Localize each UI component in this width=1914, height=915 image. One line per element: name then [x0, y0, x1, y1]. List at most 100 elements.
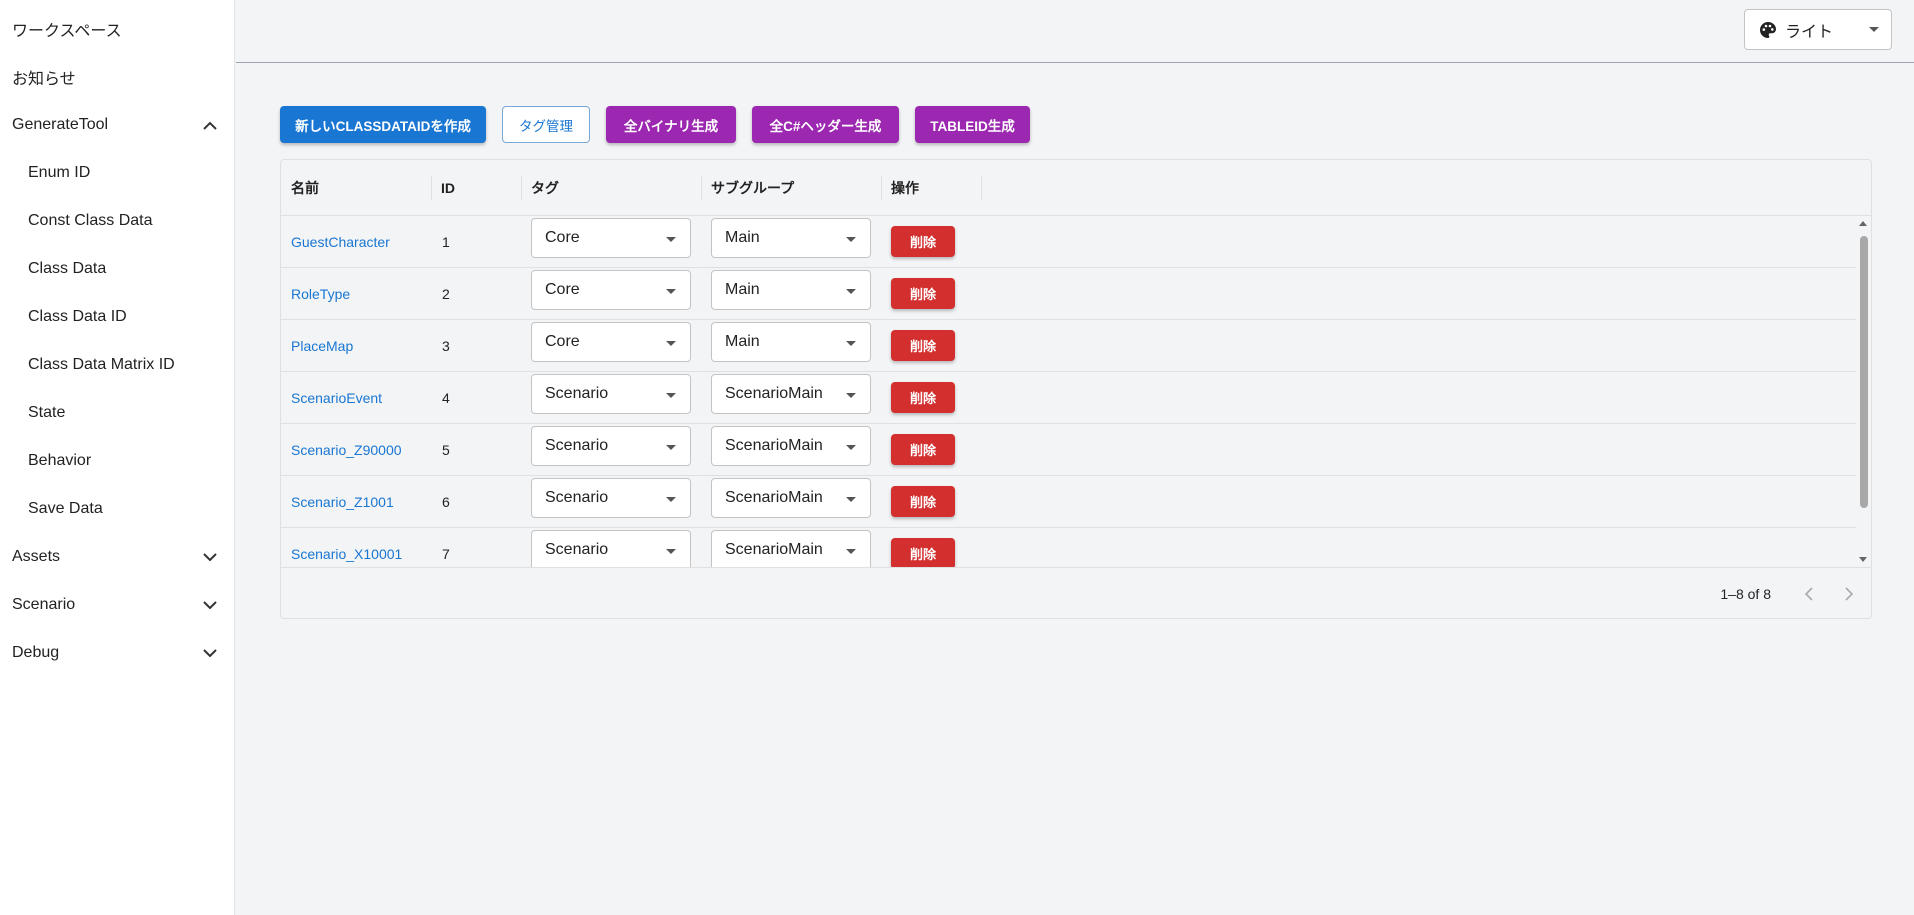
name-cell: PlaceMap [281, 320, 431, 372]
chevron-left-icon [1804, 587, 1813, 601]
nav-group-generatetool[interactable]: GenerateTool [0, 101, 235, 149]
create-classdataid-button[interactable]: 新しいCLASSDATAIDを作成 [280, 106, 486, 143]
tag-select-value: Core [545, 229, 580, 246]
subgroup-select-value: Main [725, 333, 760, 350]
nav-item-label: State [28, 404, 66, 421]
row-name-link[interactable]: ScenarioEvent [281, 390, 382, 406]
subgroup-select[interactable]: Main [711, 322, 871, 362]
generate-all-binary-button[interactable]: 全バイナリ生成 [606, 106, 736, 143]
tag-select[interactable]: Core [531, 322, 691, 362]
nav-item-class-data-id[interactable]: Class Data ID [0, 293, 235, 341]
vertical-scrollbar[interactable] [1856, 216, 1871, 567]
tag-select[interactable]: Scenario [531, 478, 691, 518]
table-row: Scenario_Z90000 5 Scenario ScenarioMain 削除 [281, 424, 1856, 476]
subgroup-select[interactable]: ScenarioMain [711, 426, 871, 466]
nav-item-class-data[interactable]: Class Data [0, 245, 235, 293]
nav-item-label: Class Data ID [28, 308, 127, 325]
chevron-down-icon [203, 598, 217, 612]
nav-item-class-data-matrix-id[interactable]: Class Data Matrix ID [0, 341, 235, 389]
subgroup-select[interactable]: ScenarioMain [711, 530, 871, 567]
caret-down-icon [666, 341, 676, 346]
nav-item-enum-id[interactable]: Enum ID [0, 149, 235, 197]
column-header-id[interactable]: ID [431, 160, 455, 216]
caret-down-icon [846, 289, 856, 294]
row-name-link[interactable]: GuestCharacter [281, 234, 390, 250]
subgroup-select[interactable]: ScenarioMain [711, 478, 871, 518]
tag-select[interactable]: Scenario [531, 426, 691, 466]
nav-item-label: ワークスペース [12, 23, 122, 40]
chevron-up-icon [203, 118, 217, 132]
grid-header: 名前 ID タグ サブグループ 操作 [281, 160, 1871, 216]
delete-button[interactable]: 削除 [891, 330, 955, 361]
chevron-down-icon [203, 550, 217, 564]
delete-button[interactable]: 削除 [891, 382, 955, 413]
delete-button[interactable]: 削除 [891, 226, 955, 257]
name-cell: RoleType [281, 268, 431, 320]
name-cell: GuestCharacter [281, 216, 431, 268]
row-name-link[interactable]: Scenario_Z1001 [281, 494, 394, 510]
nav-item-behavior[interactable]: Behavior [0, 437, 235, 485]
subgroup-select[interactable]: Main [711, 270, 871, 310]
tag-select-value: Scenario [545, 385, 609, 402]
nav-item-label: Const Class Data [28, 212, 153, 229]
caret-down-icon [846, 549, 856, 554]
caret-down-icon [846, 497, 856, 502]
caret-down-icon [666, 445, 676, 450]
nav-item-label: Save Data [28, 500, 103, 517]
scroll-down-arrow-icon[interactable] [1859, 557, 1867, 562]
name-cell: Scenario_X10001 [281, 528, 431, 567]
caret-down-icon [666, 497, 676, 502]
delete-button[interactable]: 削除 [891, 278, 955, 309]
nav-item-const-class-data[interactable]: Const Class Data [0, 197, 235, 245]
nav-item-notices[interactable]: お知らせ [0, 53, 235, 101]
column-separator[interactable] [981, 176, 982, 200]
tag-select[interactable]: Core [531, 270, 691, 310]
column-header-name[interactable]: 名前 [281, 160, 319, 216]
row-name-link[interactable]: PlaceMap [281, 338, 353, 354]
scroll-up-arrow-icon[interactable] [1859, 221, 1867, 226]
scrollbar-thumb[interactable] [1860, 236, 1868, 508]
row-id: 3 [442, 338, 450, 354]
column-header-tag[interactable]: タグ [521, 160, 559, 216]
theme-select-value: ライト [1785, 23, 1834, 41]
nav-group-assets[interactable]: Assets [0, 533, 235, 581]
nav-item-label: Behavior [28, 452, 92, 469]
subgroup-select-value: ScenarioMain [725, 489, 823, 506]
nav-item-label: Assets [12, 548, 61, 565]
generate-tableid-button[interactable]: TABLEID生成 [915, 106, 1030, 143]
nav-item-save-data[interactable]: Save Data [0, 485, 235, 533]
generate-all-csharp-header-button[interactable]: 全C#ヘッダー生成 [752, 106, 899, 143]
row-name-link[interactable]: RoleType [281, 286, 350, 302]
subgroup-select[interactable]: ScenarioMain [711, 374, 871, 414]
row-id: 7 [442, 546, 450, 562]
nav-group-debug[interactable]: Debug [0, 629, 235, 677]
nav-item-label: Enum ID [28, 164, 91, 181]
table-row: Scenario_X10001 7 Scenario ScenarioMain 削除 [281, 528, 1856, 567]
sidebar: ワークスペース お知らせ GenerateTool Enum ID Const … [0, 0, 235, 915]
theme-select[interactable]: ライト [1744, 9, 1892, 50]
column-header-subgroup[interactable]: サブグループ [701, 160, 794, 216]
delete-button[interactable]: 削除 [891, 486, 955, 517]
caret-down-icon [846, 237, 856, 242]
tag-select[interactable]: Scenario [531, 530, 691, 567]
caret-down-icon [666, 289, 676, 294]
subgroup-select[interactable]: Main [711, 218, 871, 258]
next-page-button[interactable] [1837, 582, 1861, 606]
caret-down-icon [846, 341, 856, 346]
nav-item-state[interactable]: State [0, 389, 235, 437]
tag-management-button[interactable]: タグ管理 [502, 106, 590, 143]
tag-select[interactable]: Core [531, 218, 691, 258]
subgroup-select-value: ScenarioMain [725, 385, 823, 402]
prev-page-button[interactable] [1797, 582, 1821, 606]
nav-item-workspace[interactable]: ワークスペース [0, 5, 235, 53]
row-name-link[interactable]: Scenario_Z90000 [281, 442, 402, 458]
nav-group-scenario[interactable]: Scenario [0, 581, 235, 629]
row-name-link[interactable]: Scenario_X10001 [281, 546, 402, 562]
tag-select-value: Core [545, 281, 580, 298]
tag-select-value: Scenario [545, 489, 609, 506]
delete-button[interactable]: 削除 [891, 434, 955, 465]
nav-item-label: Scenario [12, 596, 76, 613]
tag-select[interactable]: Scenario [531, 374, 691, 414]
delete-button[interactable]: 削除 [891, 538, 955, 567]
tag-select-value: Core [545, 333, 580, 350]
